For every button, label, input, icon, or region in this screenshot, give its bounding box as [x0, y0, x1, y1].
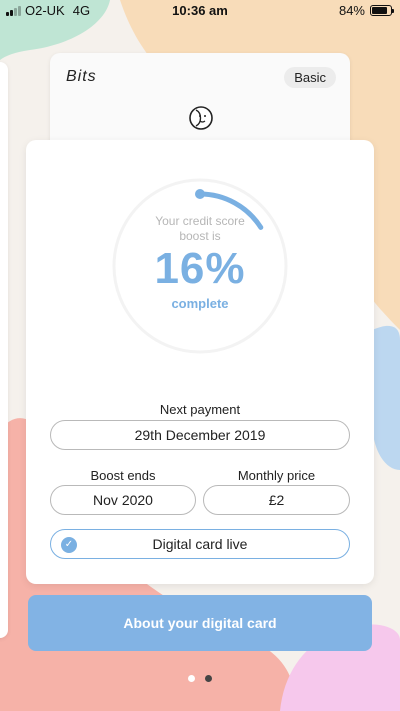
digital-card-status[interactable]: ✓ Digital card live [50, 529, 350, 559]
monthly-price-value: £2 [203, 485, 350, 515]
battery-percent: 84% [338, 3, 365, 18]
page-indicator [0, 675, 400, 682]
monthly-price-label: Monthly price [237, 468, 316, 483]
digital-card-status-label: Digital card live [152, 536, 248, 552]
next-payment-label: Next payment [159, 402, 241, 417]
credit-boost-card: Your credit score boost is 16% complete … [26, 140, 374, 584]
check-icon: ✓ [61, 537, 77, 553]
progress-readout: Your credit score boost is 16% complete [112, 178, 288, 354]
plan-badge: Basic [284, 67, 336, 88]
previous-card-edge[interactable] [0, 62, 8, 638]
progress-caption: Your credit score boost is [155, 214, 245, 243]
progress-status: complete [171, 296, 229, 311]
progress-percent: 16% [154, 244, 246, 293]
boost-ends-label: Boost ends [90, 468, 156, 483]
next-payment-value: 29th December 2019 [50, 420, 350, 450]
battery-icon [370, 5, 394, 16]
boost-ends-value: Nov 2020 [50, 485, 196, 515]
about-digital-card-button[interactable]: About your digital card [28, 595, 372, 651]
status-bar: O2-UK 4G 10:36 am 84% [0, 0, 400, 20]
status-right: 84% [338, 3, 394, 18]
page-dot-2[interactable] [205, 675, 212, 682]
page-dot-1[interactable] [188, 675, 195, 682]
moon-face-icon [189, 106, 213, 130]
plan-title: Bits [66, 68, 97, 85]
